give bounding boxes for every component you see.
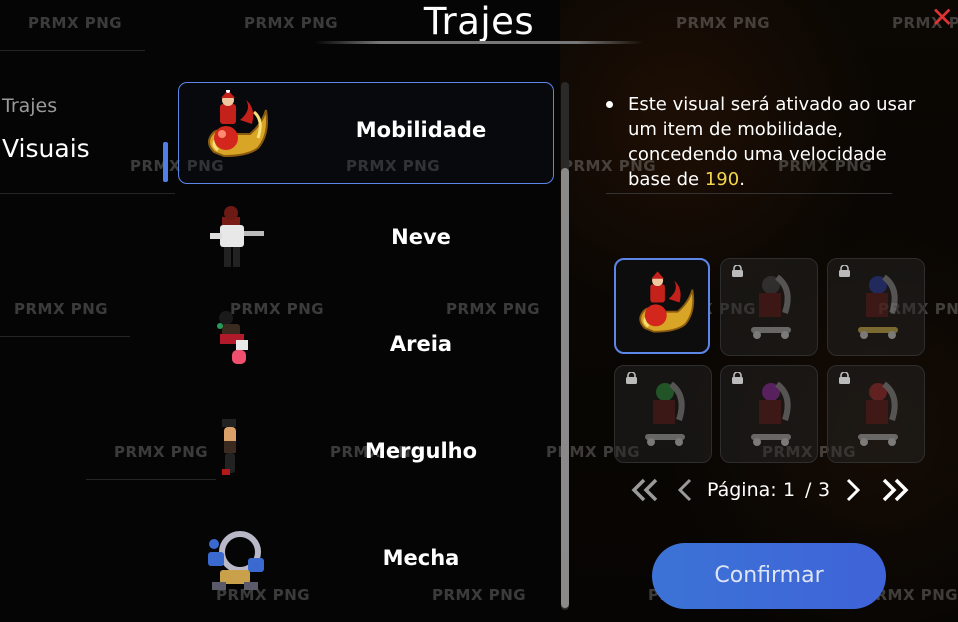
watermark-line [0, 50, 145, 51]
watermark-line [0, 336, 130, 337]
sleigh-icon [208, 90, 268, 158]
next-page-button[interactable] [844, 476, 862, 504]
sleigh-icon [639, 271, 695, 333]
list-item-mecha[interactable]: Mecha [176, 510, 556, 617]
title-underline [315, 41, 643, 44]
list-item-mergulho[interactable]: Mergulho [176, 403, 556, 510]
visual-list: Mobilidade Neve Areia Mergulho Mecha [176, 82, 556, 617]
grid-slot-6[interactable] [827, 365, 925, 463]
list-item-neve[interactable]: Neve [176, 189, 556, 296]
description-text: Este visual será ativado ao usar um item… [628, 92, 926, 192]
confirm-button[interactable]: Confirmar [652, 543, 886, 609]
page-total: 3 [818, 479, 831, 501]
watermark-line [0, 193, 175, 194]
sand-outfit-icon [217, 311, 248, 364]
list-item-label: Areia [389, 332, 453, 356]
watermark: PRMX PNG [14, 300, 109, 318]
grid-slot-5[interactable] [720, 365, 818, 463]
description-end: . [739, 169, 745, 190]
prev-page-button[interactable] [676, 476, 694, 504]
grid-slot-3[interactable] [827, 258, 925, 356]
list-item-mobilidade[interactable]: Mobilidade [176, 82, 556, 189]
visual-description: Este visual será ativado ao usar um item… [606, 92, 926, 192]
chevron-right-icon [846, 478, 861, 502]
scrollbar-thumb[interactable] [561, 168, 569, 608]
list-item-label: Mecha [382, 546, 460, 570]
page-label: Página: [707, 479, 777, 501]
first-page-button[interactable] [630, 476, 660, 504]
page-title: Trajes [423, 0, 535, 43]
pagination: Página: 1 / 3 [630, 476, 920, 506]
skateboard-icon [751, 274, 791, 339]
chevron-left-icon [677, 478, 692, 502]
diving-outfit-icon [222, 419, 236, 475]
page-current: 1 [783, 479, 796, 501]
sidebar-item-label: Trajes [2, 95, 58, 117]
active-indicator [163, 142, 168, 182]
list-scrollbar[interactable] [561, 82, 569, 610]
speed-value: 190 [704, 169, 740, 190]
snow-outfit-icon [210, 206, 264, 267]
sidebar-item-visuais[interactable]: Visuais [0, 130, 170, 186]
skateboard-icon [858, 274, 898, 339]
grid-slot-1[interactable] [614, 258, 710, 354]
double-chevron-left-icon [631, 478, 658, 502]
sidebar: Trajes Visuais [0, 90, 170, 186]
list-item-label: Mergulho [364, 439, 478, 463]
skateboard-icon [645, 381, 685, 446]
list-item-label: Neve [391, 225, 451, 249]
grid-slot-4[interactable] [614, 365, 712, 463]
list-item-areia[interactable]: Areia [176, 296, 556, 403]
list-item-label: Mobilidade [355, 118, 487, 142]
double-chevron-right-icon [882, 478, 909, 502]
skateboard-icon [858, 381, 898, 446]
description-body: Este visual será ativado ao usar um item… [628, 94, 916, 190]
skateboard-icon [751, 381, 791, 446]
bullet-icon [606, 101, 613, 108]
last-page-button[interactable] [880, 476, 910, 504]
sidebar-item-trajes[interactable]: Trajes [0, 90, 170, 130]
close-icon[interactable]: ✕ [931, 4, 954, 32]
mecha-outfit-icon [208, 531, 264, 590]
sidebar-item-label: Visuais [2, 134, 90, 163]
grid-slot-2[interactable] [720, 258, 818, 356]
page-separator: / [805, 479, 812, 501]
description-divider [606, 193, 892, 194]
